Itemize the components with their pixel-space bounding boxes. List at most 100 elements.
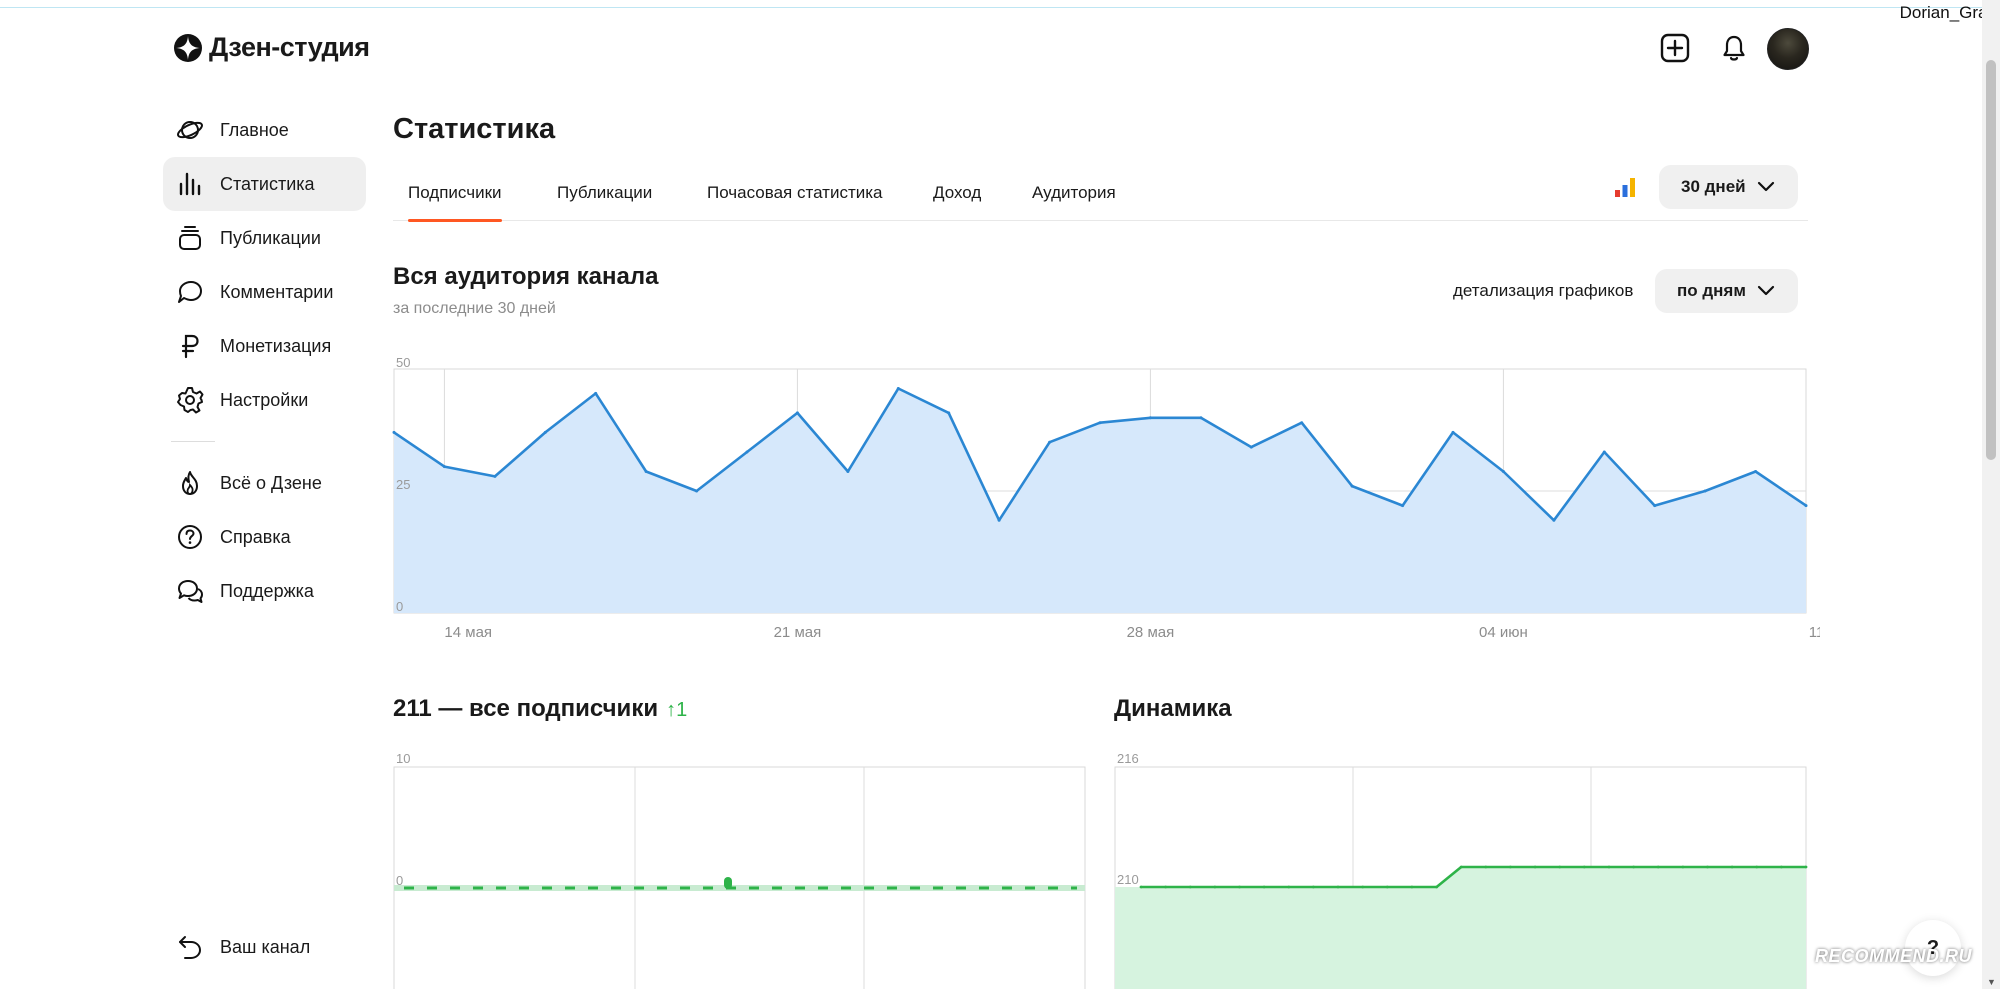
detail-label: детализация графиков [1453,281,1634,300]
metrica-chart-icon[interactable] [1613,175,1637,199]
tab-income[interactable]: Доход [933,165,981,221]
sidebar-item-settings[interactable]: Настройки [163,373,366,427]
data-point [1300,421,1304,425]
y-tick-label: 50 [396,355,410,370]
scrollbar[interactable]: ▼ [1982,0,2000,989]
data-point [896,387,900,390]
data-point [1632,865,1635,869]
sidebar-item-label: Монетизация [220,335,332,356]
data-point [1262,885,1266,889]
tab-hourly-stats[interactable]: Почасовая статистика [707,165,883,221]
sidebar-item-help[interactable]: Справка [163,510,366,564]
data-point [1558,865,1562,869]
sidebar-item-publications[interactable]: Публикации [163,211,366,265]
flame-icon [175,468,205,498]
data-point [724,877,732,889]
data-point [1410,885,1414,889]
x-tick-label: 28 мая [1127,624,1175,641]
page-title: Статистика [393,113,556,145]
sidebar-item-comments[interactable]: Комментарии [163,265,366,319]
notifications-button[interactable] [1716,30,1752,66]
data-point [1804,504,1808,508]
tab-audience[interactable]: Аудитория [1032,165,1116,221]
data-point [1602,450,1606,454]
data-point [1582,865,1586,869]
data-point [1249,445,1253,449]
subscribers-count: 211 — все подписчики [393,695,659,722]
data-point [1607,865,1611,869]
sidebar-item-main[interactable]: Главное [163,103,366,157]
y-tick-label: 216 [1117,751,1139,766]
sidebar-item-label: Настройки [220,389,309,410]
period-select[interactable]: 30 дней [1659,165,1798,209]
avatar[interactable] [1767,28,1809,70]
zen-logo-icon [174,33,202,62]
data-point [1754,470,1758,473]
data-point [1361,885,1365,889]
sidebar-bottom: Ваш канал [163,920,366,974]
gear-icon [175,385,205,415]
chevron-down-icon [1757,285,1775,296]
data-point [947,411,951,415]
detail-select[interactable]: по дням [1655,269,1798,313]
y-tick-label: 0 [396,873,403,888]
tab-publications[interactable]: Публикации [557,165,652,221]
data-point [1385,885,1389,889]
back-arrow-icon [175,932,205,962]
sidebar-item-statistics[interactable]: Статистика [163,157,366,211]
data-point [1098,421,1102,425]
data-point [1804,865,1808,869]
data-point [644,470,648,473]
data-point [1552,518,1556,522]
stack-icon [175,223,205,253]
subscribers-chart: 10 0 [393,751,1086,989]
sidebar-item-support[interactable]: Поддержка [163,564,366,618]
data-point [1139,885,1143,889]
data-point [1780,865,1783,869]
data-point [1533,865,1537,869]
data-point [1706,865,1709,869]
stats-tabs: Подписчики Публикации Почасовая статисти… [393,165,1808,222]
data-point [1435,885,1438,889]
sidebar-item-monetization[interactable]: Монетизация [163,319,366,373]
audience-subtitle: за последние 30 дней [393,300,556,317]
data-point [1336,885,1340,889]
data-point [594,391,598,395]
dynamics-chart: 216 210 [1114,751,1808,989]
data-point [1164,885,1167,889]
data-point [846,470,850,473]
scroll-down-icon[interactable]: ▼ [1987,977,1996,987]
planet-icon [175,115,205,145]
data-point [1681,865,1685,869]
scrollbar-thumb[interactable] [1986,60,1996,460]
data-point [1148,416,1152,420]
sidebar-item-about-zen[interactable]: Всё о Дзене [163,456,366,510]
x-tick-label: 11 июн [1809,624,1820,641]
create-button[interactable] [1657,30,1693,66]
chevron-down-icon [1757,181,1774,192]
sidebar-item-label: Ваш канал [220,936,311,957]
y-tick-label: 210 [1117,872,1139,887]
data-point [1653,504,1657,508]
data-point [1401,504,1405,508]
sidebar-item-your-channel[interactable]: Ваш канал [163,920,366,974]
data-point [1312,885,1315,889]
data-point [695,489,699,493]
x-tick-label: 14 мая [444,624,492,641]
sidebar-item-label: Публикации [220,227,321,248]
logo-text: Дзен-студия [209,32,370,62]
data-point [1213,885,1217,889]
plot-frame [393,766,1086,989]
audience-chart: 0 25 50 14 мая 21 мая 28 мая 04 июн 11 июн [392,355,1820,641]
audience-title: Вся аудитория канала [393,263,659,290]
sidebar-item-label: Всё о Дзене [220,472,322,493]
x-tick-label: 04 июн [1479,624,1528,641]
logo[interactable]: Дзен-студия [173,32,370,63]
sidebar-item-label: Поддержка [220,580,314,601]
data-point [1484,865,1488,869]
data-point [1451,430,1455,434]
tab-subscribers[interactable]: Подписчики [408,165,502,222]
data-point [392,430,396,434]
x-tick-label: 21 мая [774,624,822,641]
data-point [1188,885,1192,889]
